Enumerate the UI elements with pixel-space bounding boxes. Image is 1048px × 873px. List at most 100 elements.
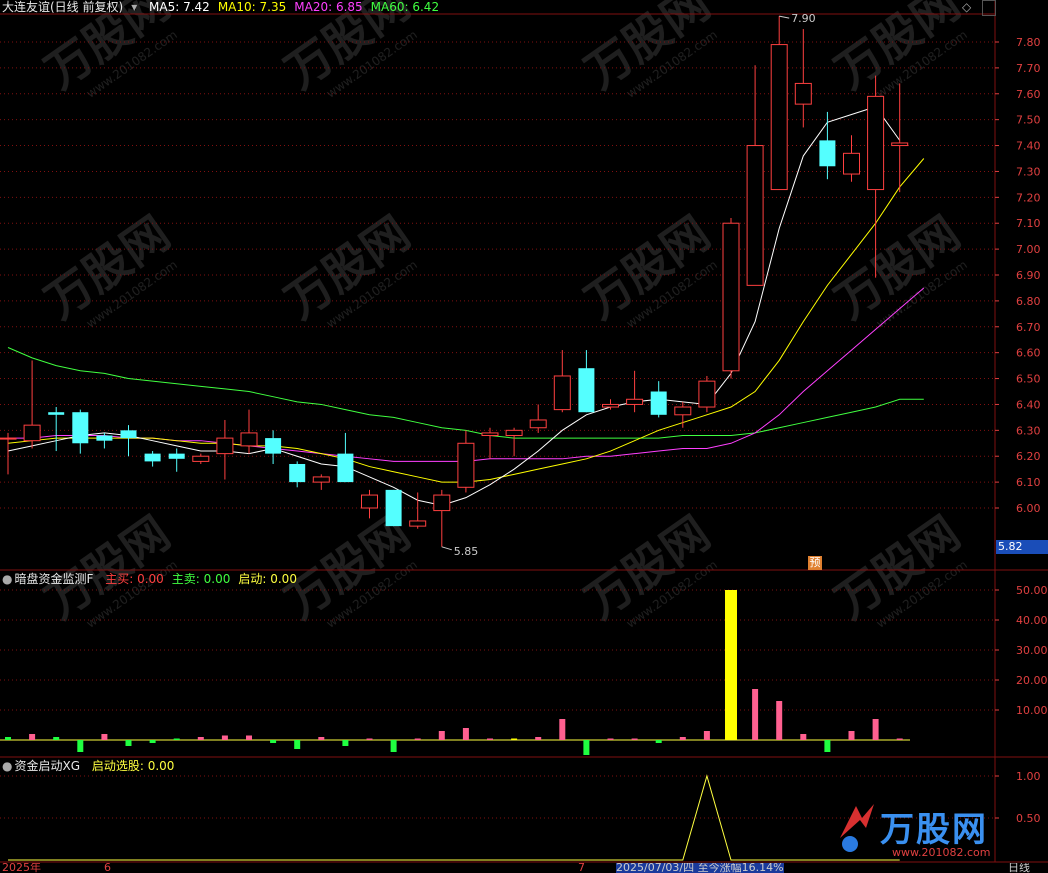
volume-bar	[53, 737, 60, 740]
settings-icon[interactable]: ●	[2, 572, 12, 586]
candle-body	[698, 380, 716, 408]
volume-bar	[101, 734, 108, 740]
volume-bar	[149, 740, 156, 743]
y-tick-label: 40.00	[1016, 614, 1048, 627]
candle-body	[192, 455, 210, 462]
forecast-badge[interactable]: 预	[808, 556, 822, 570]
ma-value-label: MA10: 7.35	[217, 0, 287, 14]
y-tick-label: 6.30	[1016, 424, 1041, 437]
volume-bar	[631, 738, 638, 740]
scroll-bar[interactable]	[982, 0, 996, 16]
panel2-header: ● 暗盘资金监测F 主买: 0.00 主卖: 0.00 启动: 0.00	[2, 572, 313, 586]
settings-icon[interactable]: ●	[2, 759, 12, 773]
candle-body	[843, 152, 860, 175]
candle-body	[505, 429, 523, 437]
y-tick-label: 7.20	[1016, 191, 1041, 204]
ma-value-label: MA5: 7.42	[149, 0, 210, 14]
dropdown-icon[interactable]: ▾	[131, 0, 137, 14]
y-tick-label: 7.60	[1016, 88, 1041, 101]
candle-body	[722, 222, 740, 372]
y-tick-label: 7.00	[1016, 243, 1041, 256]
indicator-value-label: 主买: 0.00	[105, 572, 164, 586]
chart-canvas[interactable]: 万股网www.201082.com 万股网www.201082.com 万股网www…	[0, 0, 1048, 873]
volume-bar	[511, 738, 518, 740]
candle-body	[626, 398, 644, 405]
y-tick-label: 6.50	[1016, 373, 1041, 386]
volume-bar	[414, 738, 421, 740]
y-tick-label: 6.90	[1016, 269, 1041, 282]
candle-body	[23, 424, 41, 442]
candle-body	[481, 432, 499, 437]
candle-body	[0, 437, 17, 440]
month-label: 7	[578, 863, 585, 873]
candle-body	[72, 412, 89, 444]
candle-body	[529, 419, 547, 429]
indicator-name[interactable]: 资金启动XG	[14, 759, 80, 773]
period-label[interactable]: 日线	[1008, 863, 1030, 873]
volume-bar	[318, 737, 325, 740]
candle-body	[650, 391, 667, 415]
y-tick-label: 6.60	[1016, 347, 1041, 360]
volume-bar	[896, 738, 903, 740]
high-marker: 7.90	[791, 12, 816, 25]
year-label: 2025年	[2, 863, 41, 873]
indicator-value-label: 启动选股: 0.00	[91, 759, 175, 773]
y-tick-label: 20.00	[1016, 674, 1048, 687]
volume-bar	[752, 689, 759, 740]
volume-bar	[270, 740, 277, 743]
volume-bar	[438, 731, 445, 740]
y-tick-label: 7.10	[1016, 217, 1041, 230]
volume-bar	[848, 731, 855, 740]
volume-bar	[294, 740, 301, 749]
candle-body	[289, 463, 306, 483]
candle-body	[578, 368, 595, 413]
period-info: 2025/07/03/四 至今涨幅16.14%	[616, 863, 784, 873]
y-tick-label: 7.40	[1016, 140, 1041, 153]
volume-bar	[559, 719, 566, 740]
candle-body	[216, 437, 234, 455]
volume-bar	[246, 735, 252, 740]
volume-bar	[583, 740, 590, 755]
candle-body	[48, 412, 65, 415]
volume-bar	[77, 740, 84, 752]
candle-body	[674, 406, 692, 416]
main-header: 大连友谊(日线 前复权) ▾ MA5: 7.42 MA10: 7.35 MA20: 6…	[2, 0, 455, 14]
candle-body	[770, 44, 788, 191]
y-tick-label: 6.10	[1016, 476, 1041, 489]
volume-bar	[342, 740, 349, 746]
volume-bar	[679, 737, 686, 740]
candle-body	[819, 140, 836, 167]
stock-name[interactable]: 大连友谊(日线 前复权)	[2, 0, 123, 14]
ma-value-label: MA60: 6.42	[370, 0, 440, 14]
volume-bar	[390, 740, 397, 752]
candle-body	[794, 82, 812, 105]
candle-body	[144, 453, 161, 462]
candle-body	[240, 432, 258, 447]
site-logo: 万股网 www.201082.com	[836, 798, 1036, 860]
y-tick-label: 10.00	[1016, 704, 1048, 717]
candle	[722, 218, 740, 379]
candle-body	[361, 494, 378, 509]
y-tick-label: 1.00	[1016, 770, 1041, 783]
low-marker: 5.85	[454, 545, 479, 558]
candle-body	[96, 435, 113, 441]
diamond-icon[interactable]: ◇	[962, 0, 971, 14]
volume-bar	[487, 738, 493, 740]
y-tick-label: 7.70	[1016, 62, 1041, 75]
volume-bar	[221, 735, 228, 740]
candle-body	[120, 430, 137, 439]
volume-bar	[824, 740, 831, 752]
arrow-logo-icon	[836, 798, 878, 854]
indicator-name[interactable]: 暗盘资金监测F	[14, 572, 93, 586]
candle-body	[385, 489, 402, 527]
candle-body	[553, 375, 571, 411]
candle-body	[602, 403, 619, 408]
candle-body	[891, 142, 909, 147]
y-tick-label: 6.70	[1016, 321, 1041, 334]
volume-bar	[703, 731, 710, 740]
candle-body	[746, 145, 764, 286]
volume-bar	[5, 737, 11, 740]
volume-bar	[173, 738, 180, 740]
volume-bar	[800, 734, 807, 740]
y-tick-label: 7.80	[1016, 36, 1041, 49]
